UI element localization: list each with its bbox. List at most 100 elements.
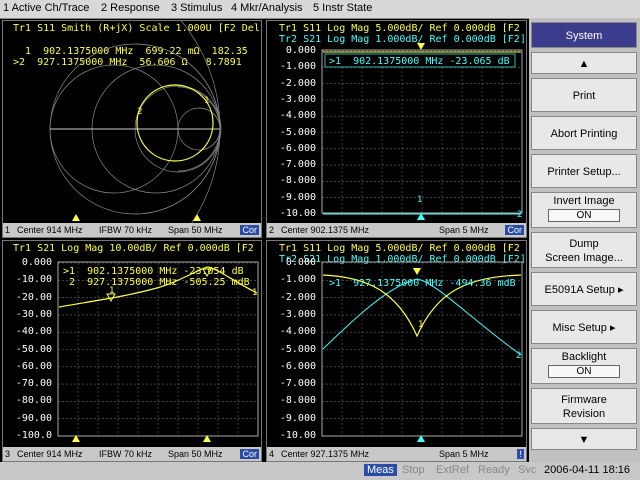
status-datetime: 2006-04-11 18:16 — [544, 464, 631, 476]
status-ready: Ready — [478, 464, 510, 476]
ch3-marker-2: 2 927.1375000 MHz -505.25 mdB — [63, 277, 250, 288]
ch2-marker-1: >1 902.1375000 MHz -23.065 dB — [329, 56, 510, 67]
e5091a-setup-button[interactable]: E5091A Setup ▸ — [531, 272, 637, 306]
invert-image-toggle[interactable]: Invert Image ON — [531, 192, 637, 228]
ch1-number: 1 — [5, 225, 11, 235]
ch4-number: 4 — [269, 449, 275, 459]
printer-setup-button[interactable]: Printer Setup... — [531, 154, 637, 188]
p4-ytick-label: -5.000 — [279, 343, 316, 355]
dump-label-1: Dump — [569, 238, 599, 250]
dump-label-2: Screen Image... — [545, 252, 623, 264]
backlight-value: ON — [548, 365, 620, 378]
p4-ytick-label: -6.000 — [279, 360, 316, 372]
ch2-center: Center 902.1375 MHz — [281, 225, 370, 235]
ch1-span: Span 50 MHz — [168, 225, 223, 235]
p4-ytick-label: -3.000 — [279, 308, 316, 320]
ch4-cor-badge: ! — [517, 449, 524, 459]
p2-ytick-label: -1.000 — [279, 61, 316, 73]
ch4-span: Span 5 MHz — [439, 449, 489, 459]
p2-ytick-label: -6.000 — [279, 142, 316, 154]
fw-label-2: Revision — [562, 408, 606, 420]
p3-ytick-label: -70.00 — [15, 378, 52, 390]
e5091a-label: E5091A Setup — [544, 284, 615, 296]
p3-ytick-label: -60.00 — [15, 360, 52, 372]
p2-ytick-label: -4.000 — [279, 110, 316, 122]
channel-3-panel[interactable]: Tr1 S21 Log Mag 10.00dB/ Ref 0.000dB [F2… — [2, 240, 262, 462]
scroll-down-button[interactable]: ▼ — [531, 428, 637, 450]
p2-ytick-label: -2.000 — [279, 77, 316, 89]
print-button[interactable]: Print — [531, 78, 637, 112]
firmware-revision-button[interactable]: Firmware Revision — [531, 388, 637, 424]
p4-ytick-label: -9.000 — [279, 412, 316, 424]
p3-ytick-label: -50.00 — [15, 343, 52, 355]
chevron-right-icon: ▸ — [617, 284, 624, 296]
p3-ytick-label: -40.00 — [15, 326, 52, 338]
status-bar: Meas Stop ExtRef Ready Svc 2006-04-11 18… — [0, 462, 640, 480]
svg-text:1: 1 — [418, 320, 423, 330]
menu-stimulus[interactable]: 3 Stimulus — [171, 2, 222, 14]
ch3-marker-1: >1 902.1375000 MHz -23.054 dB — [63, 266, 244, 277]
p2-ytick-label: 0.000 — [285, 45, 316, 56]
ch3-span: Span 50 MHz — [168, 449, 223, 459]
ch4-footer: 4 Center 927.1375 MHz Span 5 MHz ! — [267, 447, 526, 461]
p2-ytick-label: -9.000 — [279, 191, 316, 203]
status-stop: Stop — [402, 464, 425, 476]
p4-ytick-label: -1.000 — [279, 274, 316, 286]
p3-ytick-label: -80.00 — [15, 395, 52, 407]
p4-ytick-label: -4.000 — [279, 326, 316, 338]
ch3-cor-badge: Cor — [240, 449, 259, 459]
channel-1-smith-panel[interactable]: Tr1 S11 Smith (R+jX) Scale 1.000U [F2 De… — [2, 20, 262, 238]
p2-ytick-label: -3.000 — [279, 93, 316, 105]
ch2-cor-badge: Cor — [505, 225, 524, 235]
p3-ytick-label: 0.000 — [21, 257, 52, 268]
p4-ytick-label: -10.00 — [279, 430, 316, 441]
backlight-toggle[interactable]: Backlight ON — [531, 348, 637, 384]
menu-response[interactable]: 2 Response — [101, 2, 160, 14]
p4-ytick-label: -7.000 — [279, 378, 316, 390]
abort-printing-button[interactable]: Abort Printing — [531, 116, 637, 150]
channel-4-panel[interactable]: Tr1 S11 Log Mag 5.000dB/ Ref 0.000dB [F2… — [266, 240, 527, 462]
misc-setup-button[interactable]: Misc Setup ▸ — [531, 310, 637, 344]
ch3-footer: 3 Center 914 MHz IFBW 70 kHz Span 50 MHz… — [3, 447, 261, 461]
svg-text:2: 2 — [137, 107, 142, 117]
softkey-header-system: System — [531, 22, 637, 48]
misc-label: Misc Setup — [552, 322, 607, 334]
menu-instr-state[interactable]: 5 Instr State — [313, 2, 372, 14]
p4-ytick-label: -2.000 — [279, 291, 316, 303]
p3-ytick-label: -20.00 — [15, 291, 52, 303]
p3-ytick-label: -30.00 — [15, 308, 52, 320]
ch4-center: Center 927.1375 MHz — [281, 449, 370, 459]
scroll-up-button[interactable]: ▲ — [531, 52, 637, 74]
ch3-number: 3 — [5, 449, 11, 459]
svg-text:2: 2 — [516, 351, 521, 361]
fw-label-1: Firmware — [561, 394, 607, 406]
p3-ytick-label: -90.00 — [15, 412, 52, 424]
status-svc: Svc — [518, 464, 537, 476]
p3-ytick-label: -10.00 — [15, 274, 52, 286]
status-extref: ExtRef — [436, 464, 470, 476]
invert-image-label: Invert Image — [553, 195, 615, 207]
p2-ytick-label: -7.000 — [279, 159, 316, 171]
p4-ytick-label: -8.000 — [279, 395, 316, 407]
p3-ytick-label: -100.0 — [15, 430, 52, 441]
svg-text:1: 1 — [252, 288, 257, 298]
dump-screen-image-button[interactable]: Dump Screen Image... — [531, 232, 637, 268]
ch1-footer: 1 Center 914 MHz IFBW 70 kHz Span 50 MHz… — [3, 223, 261, 237]
svg-text:2: 2 — [517, 210, 522, 220]
menu-bar: 1 Active Ch/Trace 2 Response 3 Stimulus … — [0, 0, 640, 19]
invert-image-value: ON — [548, 209, 620, 222]
p2-ytick-label: -10.00 — [279, 208, 316, 219]
ch4-marker-1: >1 927.1375000 MHz -494.36 mdB — [329, 278, 516, 289]
menu-active-ch-trace[interactable]: 1 Active Ch/Trace — [3, 2, 89, 14]
channel-2-panel[interactable]: Tr1 S11 Log Mag 5.000dB/ Ref 0.000dB [F2… — [266, 20, 527, 238]
ch1-cor-badge: Cor — [240, 225, 259, 235]
menu-mkr-analysis[interactable]: 4 Mkr/Analysis — [231, 2, 303, 14]
ch2-footer: 2 Center 902.1375 MHz Span 5 MHz Cor — [267, 223, 526, 237]
p2-ytick-label: -5.000 — [279, 126, 316, 138]
smith-chart: 2 1 — [49, 21, 222, 223]
p4-ytick-label: 0.000 — [285, 257, 316, 268]
ch1-ifbw: IFBW 70 kHz — [99, 225, 153, 235]
chevron-right-icon: ▸ — [609, 322, 616, 334]
status-meas: Meas — [364, 464, 397, 476]
softkey-menu: System ▲ Print Abort Printing Printer Se… — [529, 18, 640, 462]
